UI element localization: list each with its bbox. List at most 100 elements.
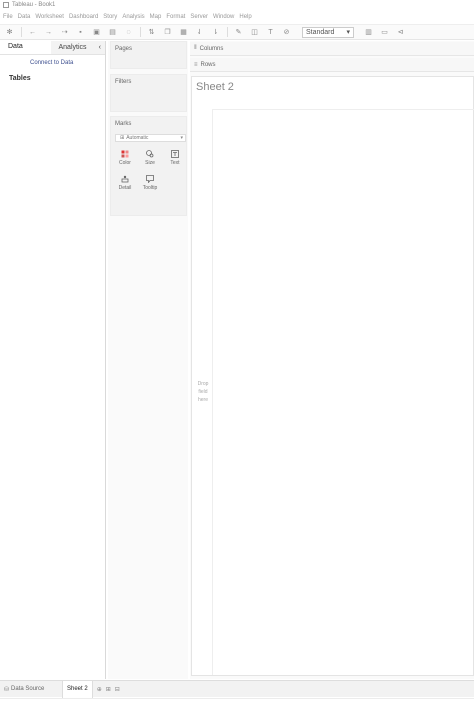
save-icon[interactable]: ▪ xyxy=(76,28,85,37)
tab-analytics-label: Analytics xyxy=(58,44,87,51)
size-label: Size xyxy=(145,160,155,166)
marks-card: Marks ⊞ Automatic ▾ Color Size Text Deta… xyxy=(110,116,187,216)
redo-icon[interactable]: → xyxy=(44,28,53,37)
toolbar: ✻ ← → ⇢ ▪ ▣ ▤ ◌ ⇅ ❐ ▦ ⇃ ⇂ ✎ ◫ T ⊘ Standa… xyxy=(0,24,474,40)
menu-window[interactable]: Window xyxy=(213,14,234,20)
filters-card-title: Filters xyxy=(115,79,132,85)
menu-server[interactable]: Server xyxy=(190,14,208,20)
detail-mark-button[interactable]: Detail xyxy=(115,172,135,193)
text-icon xyxy=(171,150,179,158)
tab-analytics[interactable]: Analytics ‹ xyxy=(50,41,105,54)
text-mark-button[interactable]: Text xyxy=(165,147,185,168)
sheet-title[interactable]: Sheet 2 xyxy=(196,81,234,93)
presentation-icon[interactable]: ▭ xyxy=(380,28,389,37)
size-mark-button[interactable]: Size xyxy=(140,147,160,168)
tooltip-label: Tooltip xyxy=(142,185,158,191)
new-story-icon[interactable]: ⊟ xyxy=(115,686,120,693)
sheet-tab-sheet-2[interactable]: Sheet 2 xyxy=(62,680,93,698)
mark-type-icon: ⊞ xyxy=(120,135,125,141)
columns-shelf[interactable]: ⦀ Columns xyxy=(190,42,474,56)
chevron-down-icon: ▾ xyxy=(346,29,350,36)
window-title: Tableau - Book1 xyxy=(12,2,56,8)
duplicate-icon[interactable]: ❐ xyxy=(163,28,172,37)
columns-shelf-label: Columns xyxy=(199,45,224,52)
detail-icon xyxy=(121,175,129,183)
drop-field-hint[interactable]: Drop field here xyxy=(195,380,211,404)
new-data-source-icon[interactable]: ▣ xyxy=(92,28,101,37)
labels-icon[interactable]: T xyxy=(266,28,275,37)
drop-hint-line: Drop xyxy=(197,381,209,387)
status-bar xyxy=(0,698,474,711)
menu-story[interactable]: Story xyxy=(103,14,117,20)
new-worksheet-icon[interactable]: ⊕ xyxy=(97,686,102,693)
mark-type-value: Automatic xyxy=(126,135,149,141)
swap-icon[interactable]: ⇅ xyxy=(147,28,156,37)
tableau-logo-icon[interactable]: ✻ xyxy=(5,28,14,37)
toolbar-separator xyxy=(21,27,22,37)
connect-to-data-link[interactable]: Connect to Data xyxy=(30,60,73,66)
menu-worksheet[interactable]: Worksheet xyxy=(35,14,64,20)
tableau-app-icon xyxy=(3,2,9,8)
sheet-tab-label: Sheet 2 xyxy=(67,686,88,692)
rows-shelf-label: Rows xyxy=(200,61,216,68)
view-divider-vertical xyxy=(212,109,213,675)
toolbar-separator xyxy=(227,27,228,37)
new-worksheet-icon[interactable]: ▤ xyxy=(108,28,117,37)
rows-shelf[interactable]: ≡ Rows xyxy=(190,58,474,72)
text-label: Text xyxy=(170,160,180,166)
sheet-tabs-bar: ⛁ Data Source Sheet 2 ⊕ ⊞ ⊟ xyxy=(0,680,474,698)
tab-data-label: Data xyxy=(8,43,23,50)
redo-disabled-icon[interactable]: ⇢ xyxy=(60,28,69,37)
menu-file[interactable]: File xyxy=(3,14,13,20)
pages-card-title: Pages xyxy=(115,46,133,52)
toolbar-separator xyxy=(140,27,141,37)
view-divider-horizontal xyxy=(212,109,474,110)
tooltip-mark-button[interactable]: Tooltip xyxy=(140,172,160,193)
size-icon xyxy=(146,150,154,158)
data-source-tab[interactable]: ⛁ Data Source xyxy=(0,686,62,693)
pages-card[interactable]: Pages xyxy=(110,41,187,69)
rows-icon: ≡ xyxy=(194,61,198,68)
cards-pane: Pages Filters Marks ⊞ Automatic ▾ Color … xyxy=(108,41,188,679)
color-icon xyxy=(121,150,129,158)
clear-sheet-icon[interactable]: ▦ xyxy=(179,28,188,37)
data-source-label: Data Source xyxy=(11,686,45,692)
collapse-icon[interactable]: ‹ xyxy=(99,44,101,51)
highlight-icon[interactable]: ✎ xyxy=(234,28,243,37)
menu-map[interactable]: Map xyxy=(150,14,162,20)
menu-help[interactable]: Help xyxy=(239,14,251,20)
drop-hint-line: field xyxy=(198,389,208,395)
fit-select[interactable]: Standard ▾ xyxy=(302,26,354,38)
tooltip-icon xyxy=(146,175,154,183)
detail-label: Detail xyxy=(118,185,132,191)
data-pane: Data Analytics ‹ Connect to Data Tables xyxy=(0,41,106,679)
database-icon: ⛁ xyxy=(4,686,10,693)
menu-analysis[interactable]: Analysis xyxy=(122,14,144,20)
sort-ascending-icon[interactable]: ⇃ xyxy=(195,28,204,37)
menu-dashboard[interactable]: Dashboard xyxy=(69,14,98,20)
color-mark-button[interactable]: Color xyxy=(115,147,135,168)
group-icon[interactable]: ◫ xyxy=(250,28,259,37)
new-dashboard-icon[interactable]: ⊞ xyxy=(106,686,111,693)
undo-icon[interactable]: ← xyxy=(28,28,37,37)
fix-axes-icon[interactable]: ⊘ xyxy=(282,28,291,37)
menu-data[interactable]: Data xyxy=(18,14,31,20)
mark-type-select[interactable]: ⊞ Automatic ▾ xyxy=(115,134,186,142)
drop-hint-line: here xyxy=(197,397,208,403)
sort-descending-icon[interactable]: ⇂ xyxy=(211,28,220,37)
share-icon[interactable]: ⊲ xyxy=(396,28,405,37)
pause-updates-icon[interactable]: ◌ xyxy=(124,28,133,37)
chevron-down-icon: ▾ xyxy=(180,135,183,141)
tables-heading: Tables xyxy=(9,75,31,82)
columns-icon: ⦀ xyxy=(194,45,197,51)
fit-select-value: Standard xyxy=(306,28,335,36)
worksheet-view[interactable]: Sheet 2 Drop field here xyxy=(191,76,474,676)
filters-card[interactable]: Filters xyxy=(110,74,187,112)
color-label: Color xyxy=(119,160,131,166)
view-pane: ⦀ Columns ≡ Rows Sheet 2 Drop field here xyxy=(190,41,474,679)
title-bar: Tableau - Book1 xyxy=(0,0,474,10)
tab-data[interactable]: Data xyxy=(0,41,51,54)
show-cards-icon[interactable]: ▥ xyxy=(364,28,373,37)
menu-format[interactable]: Format xyxy=(166,14,185,20)
data-pane-tabs: Data Analytics ‹ xyxy=(0,41,105,55)
